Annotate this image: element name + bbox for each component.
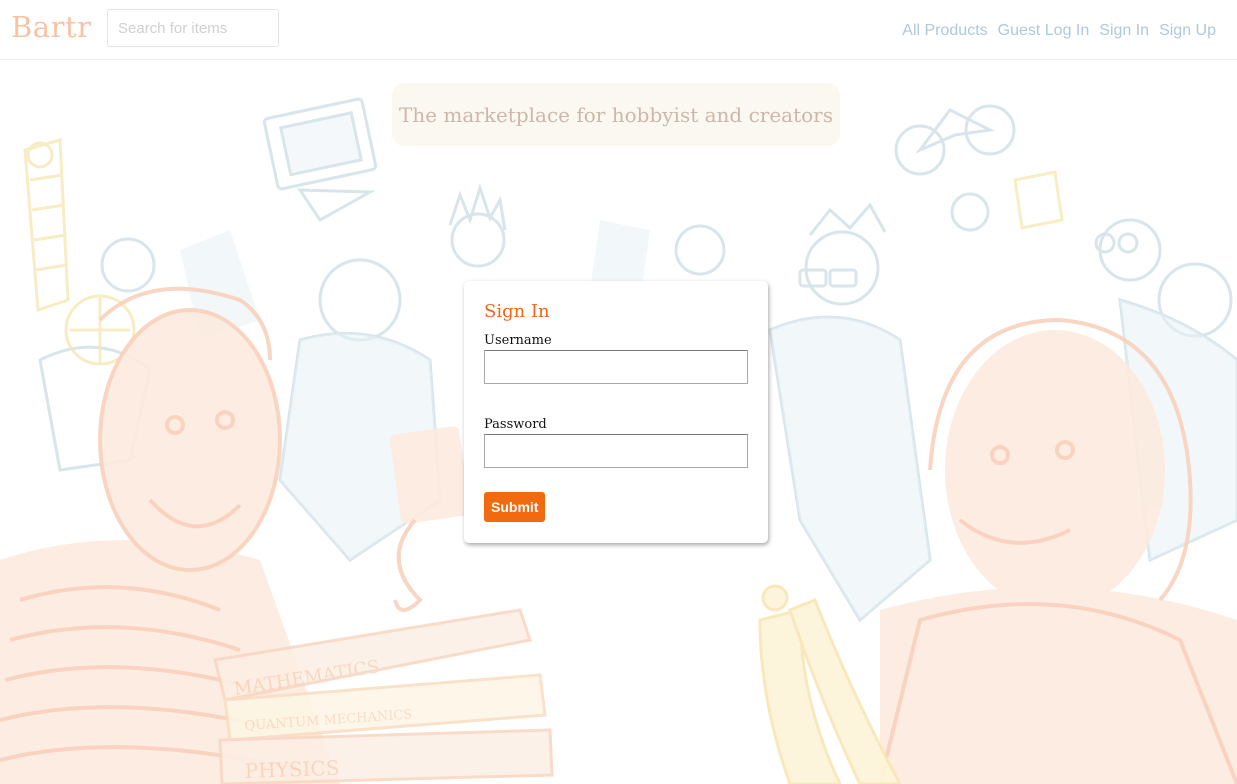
password-label: Password	[484, 417, 547, 432]
top-navbar: Bartr All Products Guest Log In Sign In …	[0, 0, 1237, 60]
page: MATHEMATICS QUANTUM MECHANICS PHYSICS Ba…	[0, 0, 1237, 784]
sign-in-card: Sign In Username Password Submit	[464, 281, 768, 543]
nav-link-sign-up[interactable]: Sign Up	[1159, 22, 1216, 40]
field-spacer	[484, 384, 748, 417]
sign-in-title: Sign In	[484, 301, 550, 322]
nav-links: All Products Guest Log In Sign In Sign U…	[902, 22, 1216, 40]
password-field[interactable]	[484, 434, 748, 468]
username-label: Username	[484, 333, 552, 348]
nav-link-guest-log-in[interactable]: Guest Log In	[998, 22, 1090, 40]
search-input[interactable]	[107, 9, 279, 47]
brand-logo[interactable]: Bartr	[11, 10, 91, 44]
tagline-banner: The marketplace for hobbyist and creator…	[392, 83, 840, 146]
nav-link-all-products[interactable]: All Products	[902, 22, 987, 40]
submit-button[interactable]: Submit	[484, 492, 546, 522]
username-field[interactable]	[484, 350, 748, 384]
nav-link-sign-in[interactable]: Sign In	[1099, 22, 1149, 40]
button-spacer	[484, 468, 748, 492]
